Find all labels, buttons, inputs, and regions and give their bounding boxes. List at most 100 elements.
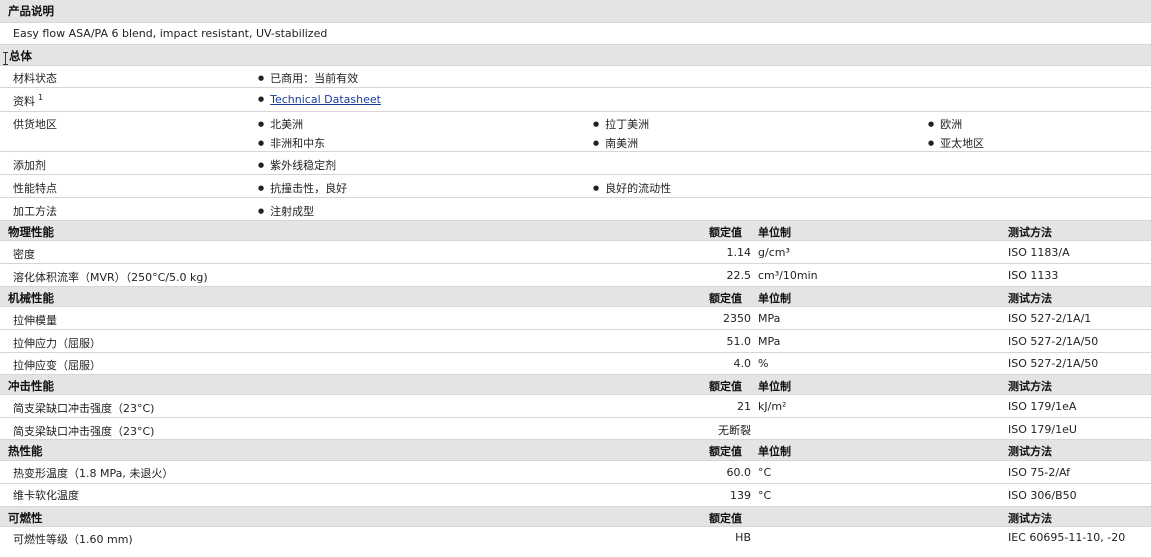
property-method: ISO 527-2/1A/50 [1008,357,1099,370]
general-row-status: 材料状态 已商用：当前有效 [0,66,1151,88]
property-label: 热变形温度（1.8 MPa, 未退火） [13,467,174,480]
list-item: 拉丁美洲 [593,116,649,132]
property-method: IEC 60695-11-10, -20 [1008,531,1126,544]
section-header-description: 产品说明 [0,0,1151,23]
row-label: 添加剂 [13,159,46,172]
column-header-unit: 单位制 [758,380,791,393]
property-method: ISO 179/1eA [1008,400,1077,413]
row-label: 加工方法 [13,205,57,218]
column-header-value: 额定值 [709,512,742,525]
property-label: 拉伸应变（屈服） [13,359,101,372]
description-text: Easy flow ASA/PA 6 blend, impact resista… [13,27,328,40]
property-row: 可燃性等级（1.60 mm) HB IEC 60695-11-10, -20 [0,527,1151,549]
column-header-method: 测试方法 [1008,226,1052,239]
property-label: 拉伸应力（屈服） [13,337,101,350]
general-row-docs: 资料1 Technical Datasheet [0,88,1151,112]
section-header-flammability: 可燃性 额定值 测试方法 [0,507,1151,527]
section-header-general: 总体 [0,45,1151,66]
property-unit: MPa [758,312,781,325]
row-label: 供货地区 [13,118,57,131]
property-row: 溶化体积流率（MVR）（250°C/5.0 kg) 22.5 cm³/10min… [0,264,1151,287]
row-label: 材料状态 [13,72,57,85]
footnote-marker: 1 [38,93,44,103]
list-item: 非洲和中东 [258,135,325,151]
property-value: 1.14 [726,246,752,259]
column-header-unit: 单位制 [758,226,791,239]
property-unit: °C [758,466,772,479]
property-row: 密度 1.14 g/cm³ ISO 1183/A [0,241,1151,264]
row-label: 资料 1 [13,93,44,108]
list-item: 注射成型 [258,203,314,219]
list-item: 抗撞击性，良好 [258,180,347,196]
column-header-method: 测试方法 [1008,380,1052,393]
column-header-method: 测试方法 [1008,445,1052,458]
section-header-physical: 物理性能 额定值 单位制 测试方法 [0,221,1151,241]
property-label: 维卡软化温度 [13,489,79,502]
property-unit: % [758,357,769,370]
section-title: 可燃性 [8,511,43,525]
property-value: 21 [737,400,751,413]
text-cursor-icon [2,52,8,65]
property-label: 简支梁缺口冲击强度（23°C) [13,402,155,415]
list-item: 良好的流动性 [593,180,671,196]
property-value: 60.0 [726,466,752,479]
property-value: 22.5 [726,269,752,282]
section-header-impact: 冲击性能 额定值 单位制 测试方法 [0,375,1151,395]
list-item: 欧洲 [928,116,962,132]
property-label: 简支梁缺口冲击强度（23°C) [13,425,155,438]
property-method: ISO 306/B50 [1008,489,1077,502]
column-header-unit: 单位制 [758,445,791,458]
description-row: Easy flow ASA/PA 6 blend, impact resista… [0,23,1151,45]
list-item: 紫外线稳定剂 [258,157,336,173]
column-header-method: 测试方法 [1008,512,1052,525]
property-value: 无断裂 [718,424,751,437]
list-item: 北美洲 [258,116,303,132]
list-item: 南美洲 [593,135,638,151]
property-method: ISO 527-2/1A/1 [1008,312,1092,325]
section-title: 冲击性能 [8,379,54,393]
section-header-thermal: 热性能 额定值 单位制 测试方法 [0,440,1151,461]
general-row-processing: 加工方法 注射成型 [0,198,1151,221]
property-method: ISO 527-2/1A/50 [1008,335,1099,348]
section-title: 产品说明 [8,4,54,18]
general-row-regions: 供货地区 北美洲 拉丁美洲 欧洲 非洲和中东 南美洲 亚太地区 [0,112,1151,152]
list-item: Technical Datasheet [258,93,381,106]
property-value: 4.0 [733,357,752,370]
property-label: 可燃性等级（1.60 mm) [13,533,133,546]
property-method: ISO 75-2/Af [1008,466,1071,479]
column-header-value: 额定值 [709,445,742,458]
property-value: 139 [730,489,751,502]
column-header-unit: 单位制 [758,292,791,305]
property-unit: cm³/10min [758,269,818,282]
property-method: ISO 1133 [1008,269,1059,282]
property-method: ISO 179/1eU [1008,423,1077,436]
property-value: HB [735,531,751,544]
property-label: 密度 [13,248,35,261]
property-unit: °C [758,489,772,502]
property-row: 热变形温度（1.8 MPa, 未退火） 60.0 °C ISO 75-2/Af [0,461,1151,484]
general-row-features: 性能特点 抗撞击性，良好 良好的流动性 [0,175,1151,198]
section-title: 热性能 [8,444,43,458]
column-header-method: 测试方法 [1008,292,1052,305]
datasheet: 产品说明 Easy flow ASA/PA 6 blend, impact re… [0,0,1151,549]
column-header-value: 额定值 [709,292,742,305]
section-header-mechanical: 机械性能 额定值 单位制 测试方法 [0,287,1151,307]
section-title: 机械性能 [8,291,54,305]
technical-datasheet-link[interactable]: Technical Datasheet [270,93,381,106]
property-row: 拉伸模量 2350 MPa ISO 527-2/1A/1 [0,307,1151,330]
property-unit: kJ/m² [758,400,787,413]
property-label: 溶化体积流率（MVR）（250°C/5.0 kg) [13,271,208,284]
property-value: 2350 [723,312,751,325]
property-row: 简支梁缺口冲击强度（23°C) 无断裂 ISO 179/1eU [0,418,1151,440]
row-label: 性能特点 [13,182,57,195]
property-row: 拉伸应力（屈服） 51.0 MPa ISO 527-2/1A/50 [0,330,1151,353]
property-label: 拉伸模量 [13,314,57,327]
property-row: 拉伸应变（屈服） 4.0 % ISO 527-2/1A/50 [0,353,1151,375]
property-value: 51.0 [726,335,752,348]
list-item: 已商用：当前有效 [258,70,358,86]
section-title: 总体 [9,49,32,63]
property-unit: MPa [758,335,781,348]
column-header-value: 额定值 [709,226,742,239]
column-header-value: 额定值 [709,380,742,393]
section-title: 物理性能 [8,225,54,239]
